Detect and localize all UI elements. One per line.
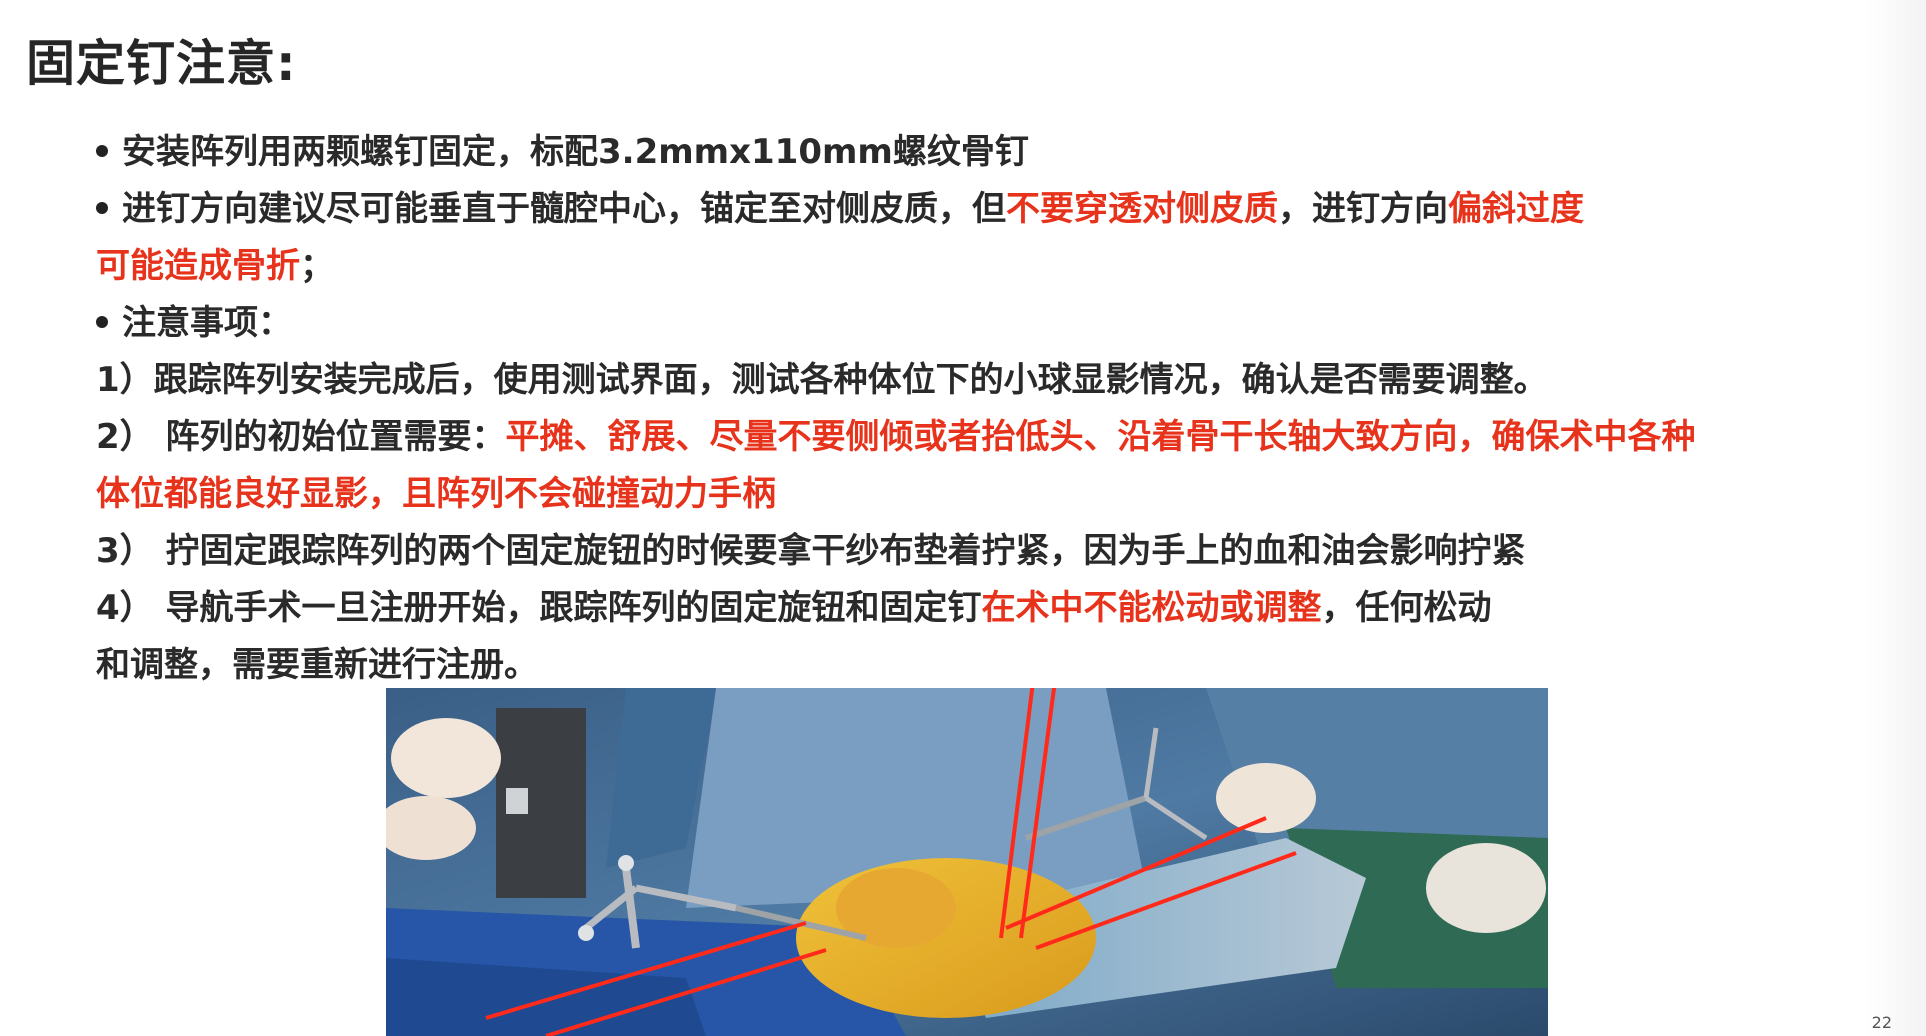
surgical-photo-illustration [386, 688, 1548, 1036]
highlight-text: 体位都能良好显影，且阵列不会碰撞动力手柄 [96, 474, 776, 514]
bullet-icon [96, 144, 108, 157]
text-segment: 安装阵列用两颗螺钉固定，标配3.2mmx110mm螺纹骨钉 [122, 132, 1029, 172]
text-segment: ，任何松动 [1321, 588, 1492, 628]
text-segment: 和调整，需要重新进行注册。 [96, 645, 538, 685]
slide-title: 固定钉注意: [26, 35, 297, 92]
text-line: 可能造成骨折； [96, 238, 1876, 295]
text-line: 1）跟踪阵列安装完成后，使用测试界面，测试各种体位下的小球显影情况，确认是否需要… [96, 352, 1876, 409]
text-segment: ； [300, 246, 334, 286]
highlight-text: 在术中不能松动或调整 [981, 588, 1322, 628]
bullet-icon [96, 315, 108, 328]
text-segment: 3） 拧固定跟踪阵列的两个固定旋钮的时候要拿干纱布垫着拧紧，因为手上的血和油会影… [96, 531, 1526, 571]
text-segment: 1）跟踪阵列安装完成后，使用测试界面，测试各种体位下的小球显影情况，确认是否需要… [96, 360, 1548, 400]
text-line: 3） 拧固定跟踪阵列的两个固定旋钮的时候要拿干纱布垫着拧紧，因为手上的血和油会影… [96, 523, 1876, 580]
text-line: 2） 阵列的初始位置需要：平摊、舒展、尽量不要侧倾或者抬低头、沿着骨干长轴大致方… [96, 409, 1876, 466]
text-line: 体位都能良好显影，且阵列不会碰撞动力手柄 [96, 466, 1876, 523]
highlight-text: 可能造成骨折 [96, 246, 300, 286]
text-line: 和调整，需要重新进行注册。 [96, 637, 1876, 694]
highlight-text: 偏斜过度 [1448, 189, 1584, 229]
highlight-text: 不要穿透对侧皮质 [1006, 189, 1278, 229]
text-line: 4） 导航手术一旦注册开始，跟踪阵列的固定旋钮和固定钉在术中不能松动或调整，任何… [96, 580, 1876, 637]
page-number: 22 [1871, 1013, 1892, 1032]
bullet-icon [96, 201, 108, 214]
text-segment: 4） 导航手术一旦注册开始，跟踪阵列的固定旋钮和固定钉 [96, 588, 982, 628]
surgical-photo [386, 688, 1548, 1036]
text-segment: 2） 阵列的初始位置需要： [96, 417, 506, 457]
highlight-text: 平摊、舒展、尽量不要侧倾或者抬低头、沿着骨干长轴大致方向，确保术中各种 [505, 417, 1696, 457]
text-segment: ，进钉方向 [1278, 189, 1448, 229]
text-segment: 进钉方向建议尽可能垂直于髓腔中心，锚定至对侧皮质，但 [122, 189, 1006, 229]
text-line: 注意事项： [96, 295, 1876, 352]
text-line: 进钉方向建议尽可能垂直于髓腔中心，锚定至对侧皮质，但不要穿透对侧皮质，进钉方向偏… [96, 181, 1876, 238]
text-line: 安装阵列用两颗螺钉固定，标配3.2mmx110mm螺纹骨钉 [96, 124, 1876, 181]
text-segment: 注意事项： [122, 303, 292, 343]
slide-body: 安装阵列用两颗螺钉固定，标配3.2mmx110mm螺纹骨钉 进钉方向建议尽可能垂直… [96, 124, 1876, 694]
